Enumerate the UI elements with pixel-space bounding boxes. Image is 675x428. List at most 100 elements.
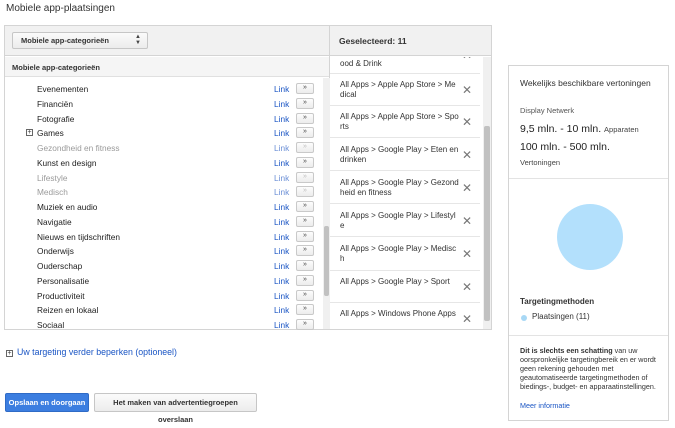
reach-title: Wekelijks beschikbare vertoningen: [520, 78, 651, 88]
selected-item: All Apps > Apple App Store > Medical ✕: [330, 74, 480, 106]
remove-icon[interactable]: ✕: [462, 84, 472, 96]
selected-item-label: All Apps > Windows Phone Apps: [340, 309, 456, 318]
category-link[interactable]: Link: [274, 173, 289, 183]
add-category-button[interactable]: »: [296, 171, 314, 183]
skip-ad-groups-button[interactable]: Het maken van advertentiegroepen oversla…: [94, 393, 257, 424]
category-link[interactable]: Link: [274, 261, 289, 271]
category-name: Ouderschap: [37, 261, 83, 271]
category-link[interactable]: Link: [274, 187, 289, 197]
category-link[interactable]: Link: [274, 320, 289, 330]
add-category-button[interactable]: »: [296, 186, 314, 198]
estimate-disclaimer: Dit is slechts een schatting van uw oors…: [520, 346, 662, 391]
category-link[interactable]: Link: [274, 99, 289, 109]
category-link[interactable]: Link: [274, 217, 289, 227]
remove-icon[interactable]: ✕: [462, 281, 472, 293]
category-name: Financiën: [37, 98, 73, 109]
divider: [509, 178, 668, 179]
remove-icon[interactable]: ✕: [462, 313, 472, 325]
category-row: Nieuws en tijdschriften Link »: [5, 230, 323, 245]
category-link[interactable]: Link: [274, 84, 289, 94]
category-row: Reizen en lokaal Link »: [5, 303, 323, 318]
targeting-pie-chart: [557, 204, 623, 270]
category-name: Fotografie: [37, 113, 75, 124]
add-category-button[interactable]: »: [296, 83, 314, 94]
selected-item: All Apps > Google Play > Eten en drinken…: [330, 138, 480, 171]
add-category-button[interactable]: »: [296, 245, 314, 257]
category-link[interactable]: Link: [274, 291, 289, 301]
add-category-button[interactable]: »: [296, 142, 314, 153]
category-row: Medisch Link »: [5, 185, 323, 200]
reach-estimate-panel: Wekelijks beschikbare vertoningen Displa…: [508, 65, 669, 421]
category-link[interactable]: Link: [274, 128, 289, 138]
legend-placements: Plaatsingen (11): [532, 312, 590, 321]
remove-icon[interactable]: ✕: [462, 149, 472, 161]
category-name: Gezondheid en fitness: [37, 143, 120, 153]
categories-panel: Mobiele app-categorieën ▲ ▼ Mobiele app-c…: [4, 25, 330, 330]
category-name: Productiviteit: [37, 290, 85, 301]
add-category-button[interactable]: »: [296, 260, 314, 271]
category-link[interactable]: Link: [274, 143, 289, 153]
category-link[interactable]: Link: [274, 305, 289, 315]
selected-item: All Apps > Google Play > Gezondheid en f…: [330, 171, 480, 204]
remove-icon[interactable]: ✕: [462, 182, 472, 194]
selected-item: All Apps > Google Play > Medisch ✕: [330, 237, 480, 271]
categories-column-header: Mobiele app-categorieën: [5, 57, 329, 77]
category-type-dropdown[interactable]: Mobiele app-categorieën ▲ ▼: [12, 32, 148, 49]
category-link[interactable]: Link: [274, 246, 289, 256]
refine-targeting-link[interactable]: + Uw targeting verder beperken (optioneel…: [6, 347, 177, 357]
category-link[interactable]: Link: [274, 202, 289, 212]
add-category-button[interactable]: »: [296, 97, 314, 109]
selected-item: All Apps > Windows Phone Apps ✕: [330, 303, 480, 329]
category-name: Games: [37, 128, 64, 139]
selected-item-label: All Apps > Apple App Store > Medical: [340, 80, 456, 99]
category-link[interactable]: Link: [274, 232, 289, 242]
category-name: Personalisatie: [37, 275, 90, 286]
add-category-button[interactable]: »: [296, 201, 314, 212]
selected-list: ood & Drink✕All Apps > Apple App Store >…: [330, 57, 483, 329]
selected-item-label: All Apps > Google Play > Eten en drinken: [340, 145, 459, 164]
add-category-button[interactable]: »: [296, 215, 314, 227]
category-name: Onderwijs: [37, 246, 74, 257]
category-type-dropdown-label: Mobiele app-categorieën: [21, 36, 109, 45]
selected-item-label: All Apps > Google Play > Sport: [340, 277, 450, 286]
expand-plus-icon[interactable]: +: [26, 129, 33, 137]
category-link[interactable]: Link: [274, 158, 289, 168]
category-row: Sociaal Link »: [5, 318, 323, 333]
add-category-button[interactable]: »: [296, 127, 314, 139]
remove-icon[interactable]: ✕: [462, 248, 472, 260]
add-category-button[interactable]: »: [296, 289, 314, 301]
divider: [509, 335, 668, 336]
selected-item-label: All Apps > Google Play > Medisch: [340, 244, 457, 263]
add-category-button[interactable]: »: [296, 230, 314, 242]
category-row: Muziek en audio Link »: [5, 200, 323, 215]
refine-targeting-label: Uw targeting verder beperken (optioneel): [17, 347, 177, 357]
selected-scrollbar-thumb[interactable]: [484, 126, 490, 321]
save-and-continue-button[interactable]: Opslaan en doorgaan: [5, 393, 89, 412]
more-info-link[interactable]: Meer informatie: [520, 401, 570, 410]
add-category-button[interactable]: »: [296, 274, 314, 286]
category-row: Fotografie Link »: [5, 112, 323, 127]
categories-scrollbar-thumb[interactable]: [324, 226, 329, 296]
remove-icon[interactable]: ✕: [462, 215, 472, 227]
impressions-unit: Vertoningen: [520, 158, 561, 167]
page-title: Mobiele app-plaatsingen: [6, 3, 115, 14]
remove-icon[interactable]: ✕: [462, 116, 472, 128]
add-category-button[interactable]: »: [296, 156, 314, 168]
updown-arrows-icon: ▲ ▼: [135, 34, 141, 46]
selected-item: ood & Drink ✕: [330, 57, 480, 74]
devices-range: 9,5 mln. - 10 mln.: [520, 123, 602, 135]
devices-estimate: 9,5 mln. - 10 mln. Apparaten: [520, 123, 639, 135]
add-category-button[interactable]: »: [296, 319, 314, 330]
devices-unit: Apparaten: [604, 125, 639, 134]
selected-item: All Apps > Google Play > Sport ✕: [330, 271, 480, 303]
category-link[interactable]: Link: [274, 276, 289, 286]
expand-plus-icon: +: [6, 350, 13, 357]
category-name: Muziek en audio: [37, 202, 98, 212]
remove-icon[interactable]: ✕: [462, 57, 472, 61]
add-category-button[interactable]: »: [296, 112, 314, 124]
targeting-methods-title: Targetingmethoden: [520, 297, 595, 306]
add-category-button[interactable]: »: [296, 304, 314, 316]
category-link[interactable]: Link: [274, 114, 289, 124]
category-row: + Games Link »: [5, 126, 323, 141]
category-row: Gezondheid en fitness Link »: [5, 141, 323, 156]
